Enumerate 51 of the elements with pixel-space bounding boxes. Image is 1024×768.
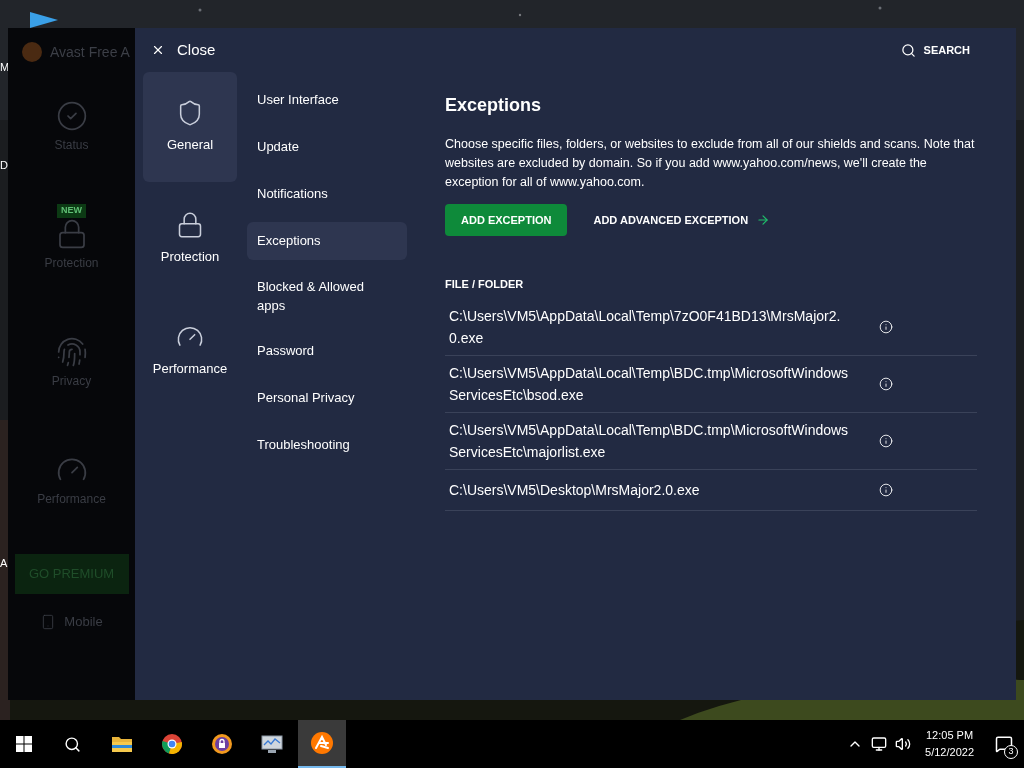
padlock-badge-icon <box>211 733 233 755</box>
lock-icon <box>176 211 204 240</box>
add-advanced-exception-link[interactable]: ADD ADVANCED EXCEPTION <box>593 211 771 229</box>
category-tab[interactable]: Performance <box>143 296 237 406</box>
subnav-item[interactable]: Troubleshooting <box>247 425 407 464</box>
close-button[interactable]: Close <box>151 38 216 62</box>
clock[interactable]: 12:05 PM 5/12/2022 <box>925 727 974 761</box>
search-icon <box>900 42 916 58</box>
exception-path: C:\Users\VM5\AppData\Local\Temp\BDC.tmp\MicrosoftWindowsServicesEtc\majorlist.exe <box>449 420 849 462</box>
folder-icon <box>111 734 133 754</box>
desktop-icon-label[interactable]: M <box>0 59 10 76</box>
close-icon <box>151 43 165 57</box>
clock-date: 5/12/2022 <box>925 745 974 760</box>
page-heading: Exceptions <box>445 94 543 117</box>
subnav-item[interactable]: User Interface <box>247 80 407 119</box>
subnav-item[interactable]: Update <box>247 127 407 166</box>
new-badge: NEW <box>57 204 86 218</box>
windows-logo-icon <box>16 736 32 752</box>
arrow-right-icon <box>756 213 771 227</box>
category-tab[interactable]: General <box>143 72 237 182</box>
volume-icon[interactable] <box>895 736 912 752</box>
notification-count: 3 <box>1004 745 1018 759</box>
category-tab[interactable]: Protection <box>143 184 237 294</box>
app-title: Avast Free A <box>50 42 130 62</box>
column-header: FILE / FOLDER <box>445 277 525 292</box>
subnav-item[interactable]: Blocked & Allowed apps <box>247 268 407 323</box>
exception-path: C:\Users\VM5\AppData\Local\Temp\BDC.tmp\MicrosoftWindowsServicesEtc\bsod.exe <box>449 363 849 405</box>
description-text: Choose specific files, folders, or websites to exclude from all of our shields and scans. Note that websites are excluded by domain. So if you add www.yahoo.com/news, we'll create the exception for all of www.yahoo.com. <box>445 136 976 191</box>
info-icon[interactable] <box>879 319 893 334</box>
clock-time: 12:05 PM <box>926 728 974 743</box>
check-circle-icon <box>55 100 88 132</box>
exception-path: C:\Users\VM5\AppData\Local\Temp\7zO0F41BD13\MrsMajor2.0.exe <box>449 306 842 348</box>
subnav-item[interactable]: Notifications <box>247 174 407 213</box>
subnav-item[interactable]: Password <box>247 331 407 370</box>
search-button[interactable]: SEARCH <box>900 41 970 59</box>
add-exception-button[interactable]: ADD EXCEPTION <box>445 204 568 236</box>
subnav-item[interactable]: Personal Privacy <box>247 378 407 417</box>
fingerprint-icon <box>55 336 88 368</box>
taskbar-app[interactable] <box>298 720 346 768</box>
info-icon[interactable] <box>879 433 893 448</box>
notification-icon[interactable] <box>995 735 1013 753</box>
desktop-icon-label[interactable]: A <box>0 555 8 572</box>
desktop-icon-label[interactable]: D <box>0 157 8 174</box>
info-icon[interactable] <box>879 376 893 391</box>
network-icon[interactable] <box>871 736 888 752</box>
monitor-chart-icon <box>260 733 284 755</box>
subnav-item[interactable]: Exceptions <box>247 221 407 260</box>
chrome-icon <box>161 733 183 755</box>
search-icon <box>63 735 81 753</box>
info-icon[interactable] <box>879 482 893 497</box>
exception-path: C:\Users\VM5\Desktop\MrsMajor2.0.exe <box>449 480 701 500</box>
